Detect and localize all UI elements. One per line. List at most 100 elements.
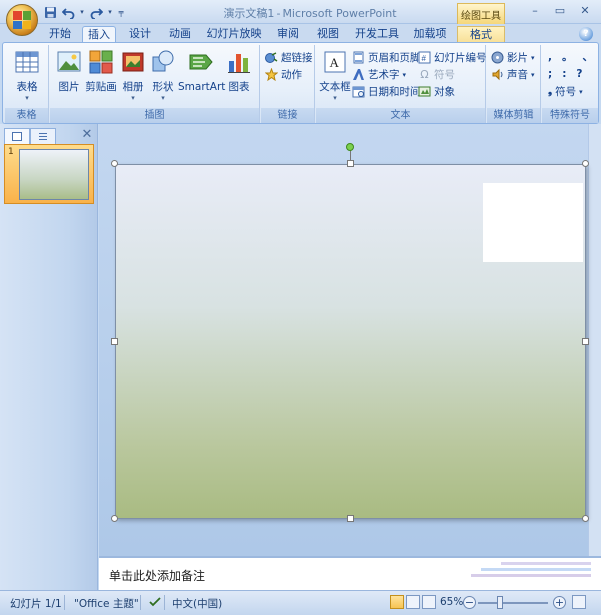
slideshow-view-button[interactable] [422, 595, 436, 609]
smartart-button[interactable]: SmartArt [178, 49, 225, 94]
slide-number-button[interactable]: # 幻灯片编号 [418, 50, 487, 65]
slide-canvas[interactable] [115, 164, 586, 519]
textbox-button[interactable]: A 文本框 ▾ [318, 49, 352, 102]
object-button[interactable]: 对象 [418, 84, 455, 99]
resize-handle-top-left[interactable] [111, 160, 118, 167]
resize-handle-bottom-left[interactable] [111, 515, 118, 522]
quick-access-toolbar: ▾ ▾ ╤ [42, 4, 126, 20]
tab-format[interactable]: 格式 [457, 26, 505, 43]
movie-label: 影片 [507, 52, 528, 64]
chevron-down-icon: ▾ [25, 94, 29, 102]
tab-animations[interactable]: 动画 [164, 26, 196, 43]
chevron-down-icon: ▾ [579, 87, 583, 96]
photo-album-button[interactable]: 相册 ▾ [118, 49, 148, 102]
hyperlink-button[interactable]: 超链接 [265, 50, 313, 65]
slide-thumbnail[interactable] [19, 149, 89, 200]
tab-slides[interactable] [4, 128, 30, 144]
tab-addins[interactable]: 加载项 [410, 26, 450, 43]
action-star-icon [265, 68, 278, 81]
office-button[interactable] [6, 4, 38, 36]
rotation-handle[interactable] [346, 143, 354, 151]
outline-icon [39, 133, 47, 140]
close-icon[interactable]: ✕ [573, 2, 597, 19]
calendar-icon [352, 86, 365, 98]
chevron-down-icon[interactable]: ▾ [106, 4, 114, 20]
tab-home[interactable]: 开始 [44, 26, 76, 43]
symbol-label: 符号 [434, 69, 455, 81]
slide-thumbnail-selected[interactable]: 1 [4, 144, 94, 204]
picture-icon [57, 51, 81, 72]
tab-review[interactable]: 审阅 [272, 26, 304, 43]
zoom-slider-track[interactable] [478, 602, 548, 604]
language-indicator[interactable]: 中文(中国) [172, 596, 222, 611]
tab-slideshow[interactable]: 幻灯片放映 [206, 26, 262, 43]
spellcheck-icon[interactable] [148, 595, 162, 612]
tab-design[interactable]: 设计 [124, 26, 156, 43]
photo-album-label: 相册 [122, 81, 144, 93]
save-icon[interactable] [42, 4, 58, 20]
special-symbol-button[interactable]: ❟ 符号 ▾ [548, 84, 583, 99]
symbol-enum-comma[interactable]: 、 [583, 49, 594, 64]
resize-handle-bottom[interactable] [347, 515, 354, 522]
picture-button[interactable]: 图片 [54, 49, 84, 94]
clipart-button[interactable]: 剪贴画 [84, 49, 118, 94]
group-special-symbols: , 。 、 ; : ? ❟ 符号 ▾ 特殊符号 [542, 45, 598, 123]
smartart-icon [189, 54, 213, 70]
maximize-icon[interactable]: ▭ [548, 2, 572, 19]
redo-icon[interactable] [88, 4, 104, 20]
resize-handle-top[interactable] [347, 160, 354, 167]
wordart-button[interactable]: 艺术字 ▾ [352, 67, 406, 82]
vertical-scrollbar[interactable] [588, 124, 601, 556]
chevron-down-icon[interactable]: ▾ [78, 4, 86, 20]
group-media: 影片 ▾ 声音 ▾ 媒体剪辑 [487, 45, 541, 123]
clipart-label: 剪贴画 [85, 81, 117, 93]
tab-outline[interactable] [30, 128, 56, 144]
symbol-period[interactable]: 。 [562, 49, 573, 64]
slide-sorter-view-button[interactable] [406, 595, 420, 609]
resize-handle-bottom-right[interactable] [582, 515, 589, 522]
tab-insert[interactable]: 插入 [82, 26, 116, 43]
chart-button[interactable]: 图表 [224, 49, 254, 94]
customize-qat-icon[interactable]: ╤ [116, 4, 126, 20]
header-footer-button[interactable]: 页眉和页脚 [352, 50, 421, 65]
zoom-in-button[interactable]: + [553, 596, 566, 609]
symbol-row-2: ; : ? [548, 66, 583, 81]
zoom-out-button[interactable]: − [463, 596, 476, 609]
tab-developer[interactable]: 开发工具 [354, 26, 400, 43]
slides-icon [12, 132, 22, 141]
action-button[interactable]: 动作 [265, 67, 302, 82]
textbox-icon: A [324, 51, 346, 73]
close-icon[interactable]: ✕ [80, 128, 94, 142]
notes-placeholder[interactable]: 单击此处添加备注 [109, 567, 205, 584]
zoom-level[interactable]: 65% [440, 596, 463, 608]
status-bar: 幻灯片 1/1 "Office 主题" 中文(中国) 65% − + [0, 590, 601, 615]
symbol-button[interactable]: Ω 符号 [418, 67, 455, 82]
symbol-question[interactable]: ? [576, 68, 582, 80]
svg-text:A: A [330, 55, 340, 70]
object-icon [418, 86, 431, 97]
slides-pane-tabs: ✕ [4, 128, 94, 144]
slide-thumbnail-number: 1 [8, 147, 14, 157]
minimize-icon[interactable]: – [523, 2, 547, 19]
resize-handle-top-right[interactable] [582, 160, 589, 167]
symbol-semicolon[interactable]: ; [548, 68, 552, 80]
resize-handle-left[interactable] [111, 338, 118, 345]
zoom-slider-thumb[interactable] [497, 596, 503, 609]
tab-view[interactable]: 视图 [312, 26, 344, 43]
symbol-comma[interactable]: , [548, 51, 552, 63]
resize-handle-right[interactable] [582, 338, 589, 345]
white-rectangle-shape[interactable] [483, 183, 583, 262]
help-icon[interactable]: ? [579, 27, 593, 41]
notes-pane[interactable]: 单击此处添加备注 [99, 556, 601, 590]
wordart-icon [353, 69, 364, 80]
undo-icon[interactable] [60, 4, 76, 20]
sound-button[interactable]: 声音 ▾ [491, 67, 535, 82]
symbol-colon[interactable]: : [562, 68, 566, 80]
shapes-icon [152, 50, 174, 72]
shapes-button[interactable]: 形状 ▾ [148, 49, 178, 102]
movie-button[interactable]: 影片 ▾ [491, 50, 535, 65]
datetime-button[interactable]: 日期和时间 [352, 84, 421, 99]
normal-view-button[interactable] [390, 595, 404, 609]
fit-to-window-button[interactable] [572, 595, 586, 609]
table-button[interactable]: 表格 ▾ [10, 49, 44, 102]
